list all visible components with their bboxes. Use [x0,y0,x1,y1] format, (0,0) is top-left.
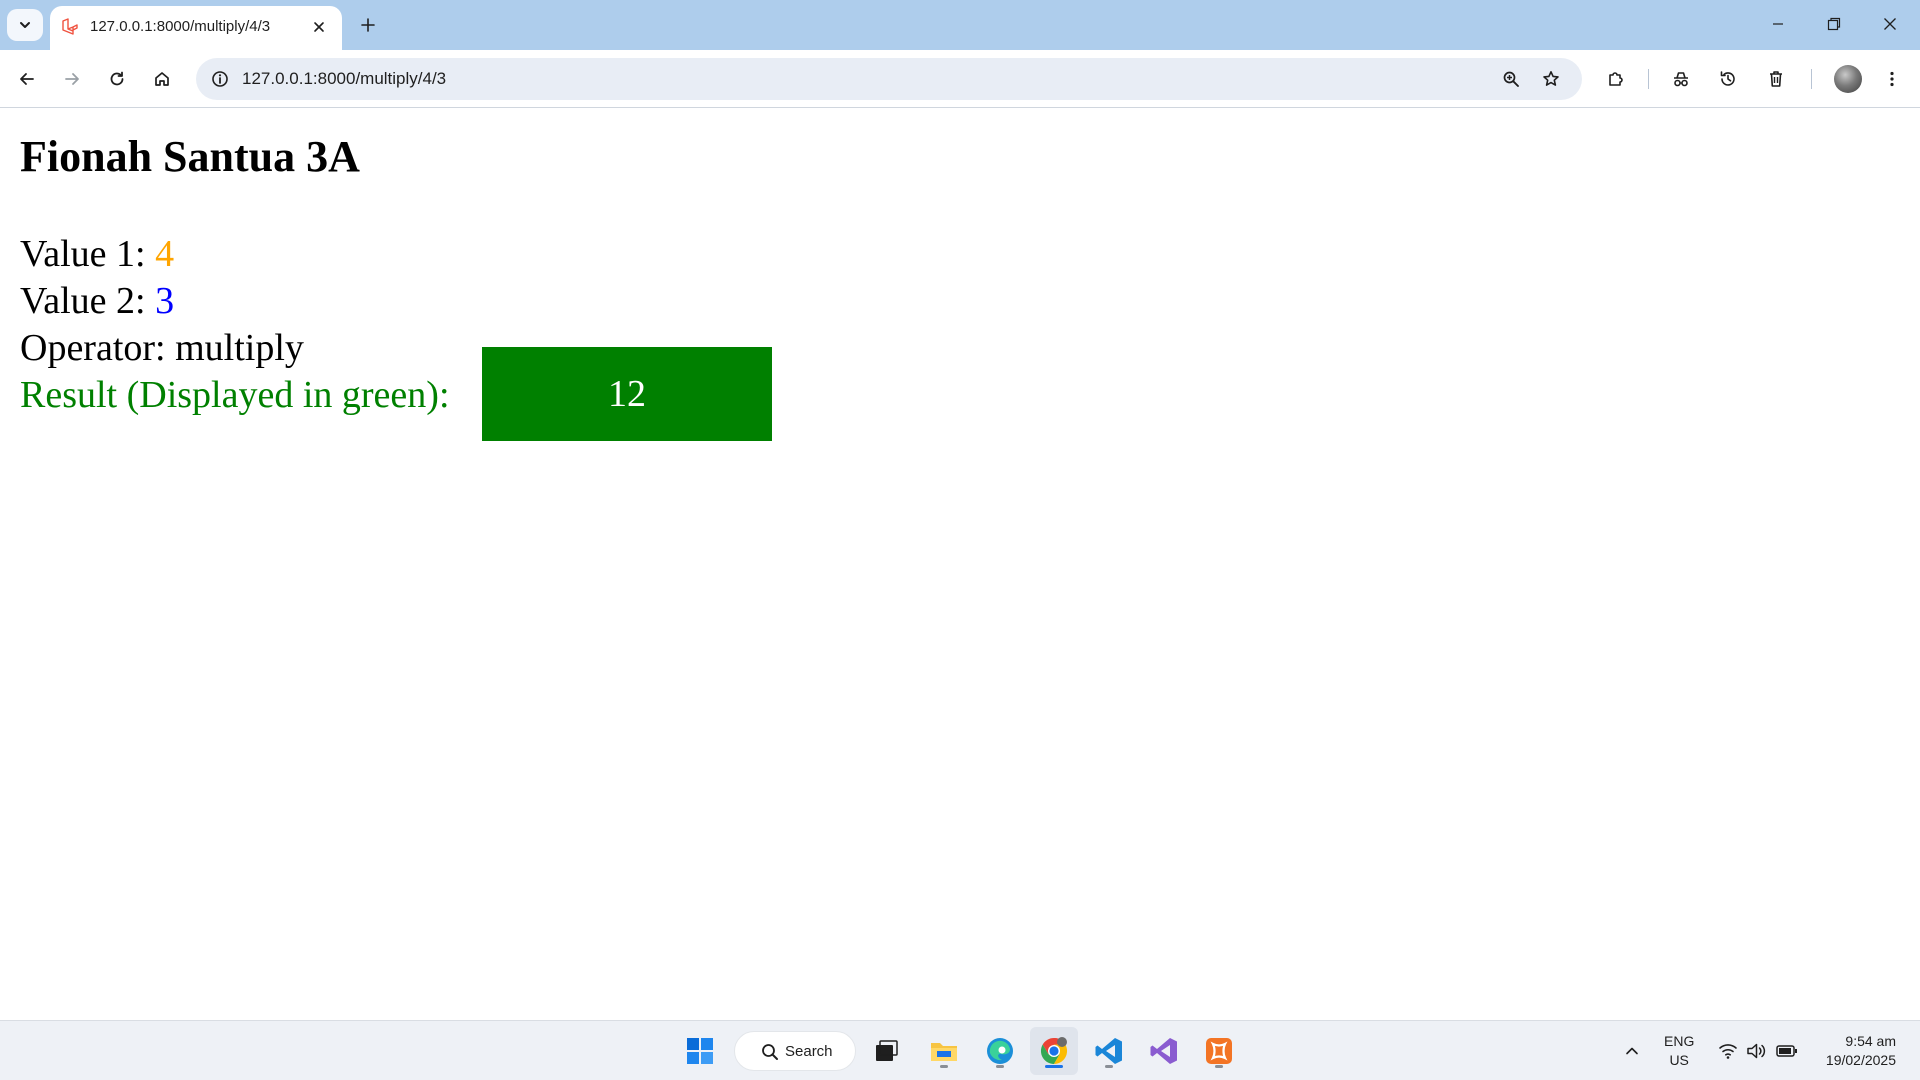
arrow-left-icon [20,73,34,85]
minimize-button[interactable] [1750,0,1806,48]
running-indicator [1045,1065,1063,1068]
trash-icon [1770,71,1782,87]
forward-button[interactable] [54,61,90,97]
extensions-button[interactable] [1598,61,1634,97]
windows-taskbar: Search ENG US 9:54 am 19/02/2025 [0,1020,1920,1080]
toolbar-divider [1811,69,1812,89]
task-view-icon [876,1040,898,1061]
running-indicator [1105,1065,1113,1068]
search-icon [762,1044,778,1060]
running-indicator [996,1065,1004,1068]
tab-search-button[interactable] [7,9,43,41]
home-button[interactable] [144,61,180,97]
result-label: Result (Displayed in green): [20,374,450,416]
running-indicator [940,1065,948,1068]
info-icon [212,71,228,87]
quick-settings-button[interactable] [1708,1031,1808,1071]
windows-logo-icon [687,1038,713,1064]
zoom-in-icon [1503,71,1519,87]
restore-button[interactable] [1806,0,1862,48]
xampp-icon [1206,1038,1232,1064]
start-button[interactable] [680,1031,720,1071]
more-vertical-icon [1890,71,1894,87]
region-code: US [1669,1052,1689,1068]
reload-icon [110,71,124,86]
wifi-icon [1719,1044,1737,1059]
task-view-button[interactable] [866,1031,906,1071]
language-code: ENG [1664,1033,1695,1049]
battery-icon [1776,1045,1797,1057]
address-bar[interactable]: 127.0.0.1:8000/multiply/4/3 [196,58,1582,100]
value1-value: 4 [155,233,175,275]
zoom-button[interactable] [1494,62,1528,96]
tab-close-button[interactable] [306,14,332,40]
visual-studio-icon [1150,1038,1177,1064]
address-url[interactable]: 127.0.0.1:8000/multiply/4/3 [242,69,446,89]
arrow-right-icon [65,73,79,85]
plus-icon [361,18,375,32]
minimize-icon [1773,23,1783,25]
new-tab-button[interactable] [352,9,384,41]
operator-row: Operator: multiply [20,325,304,372]
clock[interactable]: 9:54 am 19/02/2025 [1826,1032,1896,1070]
result-value: 12 [608,373,646,415]
value2-value: 3 [155,280,175,322]
delete-button[interactable] [1758,61,1794,97]
history-button[interactable] [1710,61,1746,97]
puzzle-icon [1609,72,1623,86]
chevron-down-icon [20,22,30,28]
value1-row: Value 1: 4 [20,231,174,278]
taskbar-search[interactable]: Search [734,1031,856,1071]
close-icon [1884,18,1896,30]
tab-title: 127.0.0.1:8000/multiply/4/3 [90,18,271,35]
restore-icon [1827,17,1841,31]
chrome-button[interactable] [1034,1031,1074,1071]
incognito-icon [1674,72,1688,87]
close-window-button[interactable] [1862,0,1918,48]
clock-date: 19/02/2025 [1825,1052,1896,1068]
close-icon [314,22,324,32]
value2-label: Value 2: [20,280,146,322]
laravel-favicon-icon [62,18,78,35]
browser-tab-active[interactable]: 127.0.0.1:8000/multiply/4/3 [50,6,342,50]
value2-row: Value 2: 3 [20,278,174,325]
folder-icon [931,1043,957,1061]
site-info-button[interactable] [204,63,236,95]
operator-label: Operator: [20,327,166,369]
running-indicator [1215,1065,1223,1068]
page-content: Fionah Santua 3A Value 1: 4 Value 2: 3 O… [0,109,1920,1020]
show-hidden-icons-button[interactable] [1612,1031,1652,1071]
vscode-button[interactable] [1089,1031,1129,1071]
chrome-browser-icon [1040,1037,1068,1065]
star-icon [1543,71,1559,86]
visual-studio-button[interactable] [1144,1031,1184,1071]
volume-icon [1747,1043,1766,1059]
page-title: Fionah Santua 3A [20,132,360,181]
toolbar-divider [1648,69,1649,89]
history-icon [1720,71,1735,86]
edge-button[interactable] [980,1031,1020,1071]
search-label: Search [785,1043,833,1060]
chevron-up-icon [1626,1047,1638,1055]
browser-toolbar: 127.0.0.1:8000/multiply/4/3 [0,50,1920,108]
profile-avatar[interactable] [1834,65,1862,93]
incognito-button[interactable] [1663,61,1699,97]
back-button[interactable] [9,61,45,97]
operator-value: multiply [175,327,304,369]
clock-time: 9:54 am [1845,1033,1896,1049]
reload-button[interactable] [99,61,135,97]
result-row: Result (Displayed in green): [20,372,450,419]
xampp-button[interactable] [1199,1031,1239,1071]
bookmark-button[interactable] [1534,62,1568,96]
file-explorer-button[interactable] [924,1031,964,1071]
home-icon [155,72,169,86]
result-value-box: 12 [482,347,772,441]
vscode-icon [1095,1038,1122,1064]
edge-browser-icon [987,1038,1013,1064]
browser-tab-strip: 127.0.0.1:8000/multiply/4/3 [0,0,1920,50]
value1-label: Value 1: [20,233,146,275]
input-language-indicator[interactable]: ENG US [1664,1032,1694,1070]
menu-button[interactable] [1874,61,1910,97]
